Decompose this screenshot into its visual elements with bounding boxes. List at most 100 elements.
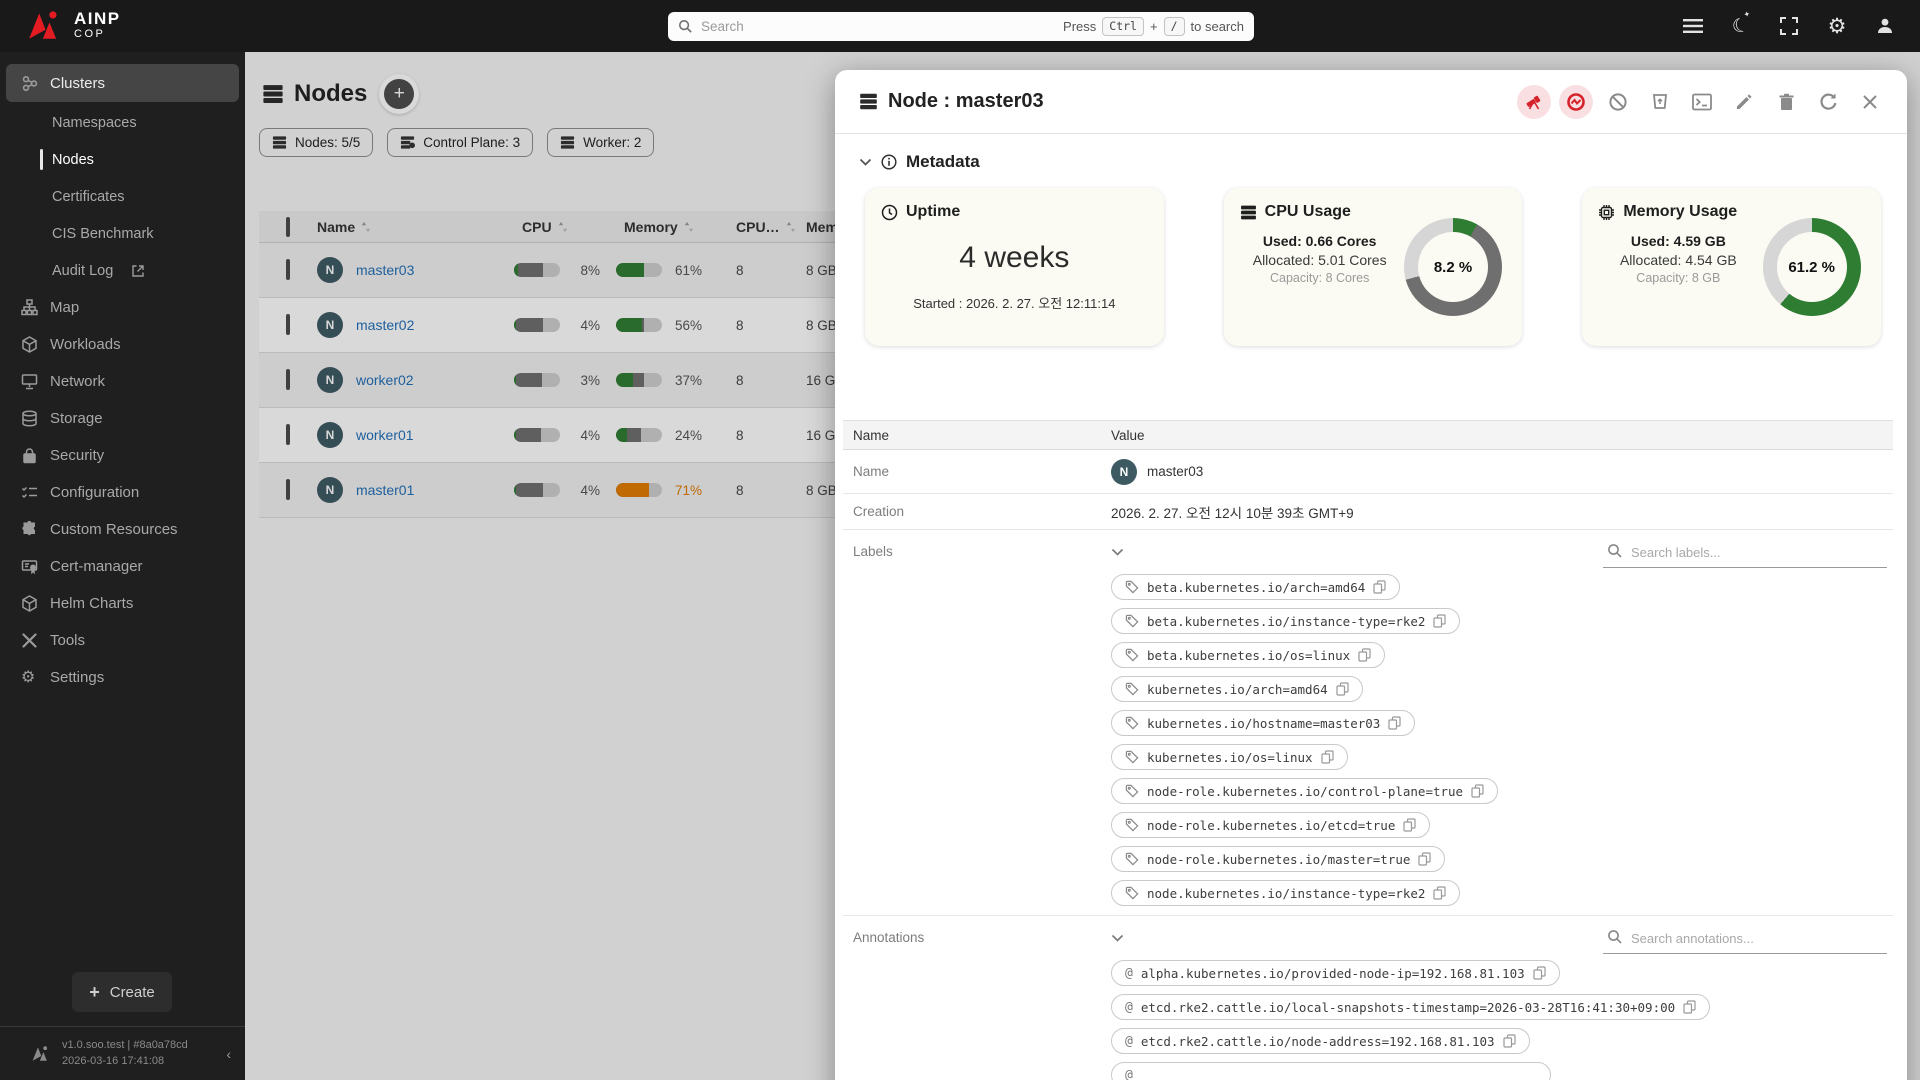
sidebar-item-custom-resources[interactable]: Custom Resources xyxy=(0,511,245,548)
tag-icon xyxy=(1125,750,1139,764)
metadata-title: Metadata xyxy=(906,152,980,171)
sidebar-item-audit-log[interactable]: Audit Log xyxy=(0,252,245,289)
terminal-icon[interactable] xyxy=(1685,85,1719,119)
copy-icon[interactable] xyxy=(1533,966,1546,980)
settings-icon[interactable]: ⚙ xyxy=(1824,13,1850,39)
metadata-section-header[interactable]: Metadata xyxy=(835,134,1907,172)
sidebar-item-label: Storage xyxy=(50,410,103,427)
creation-value: 2026. 2. 27. 오전 12시 10분 39초 GMT+9 xyxy=(1111,505,1354,521)
info-icon xyxy=(881,154,897,170)
map-icon xyxy=(21,299,38,316)
copy-icon[interactable] xyxy=(1358,648,1371,662)
sidebar-item-label: Audit Log xyxy=(52,262,114,279)
dark-mode-icon[interactable]: ☾ ✦ xyxy=(1728,9,1754,39)
header-value: Value xyxy=(1111,427,1145,443)
copy-icon[interactable] xyxy=(1433,886,1447,900)
copy-icon[interactable] xyxy=(1683,1000,1696,1014)
clusters-icon xyxy=(21,75,38,92)
copy-icon[interactable] xyxy=(1471,784,1484,798)
copy-icon[interactable] xyxy=(1418,852,1432,866)
tag-icon xyxy=(1125,580,1139,594)
sidebar-item-helm-charts[interactable]: Helm Charts xyxy=(0,585,245,622)
sidebar-item-settings[interactable]: ⚙ Settings xyxy=(0,659,245,696)
delete-icon[interactable] xyxy=(1769,85,1803,119)
tools-icon xyxy=(21,632,38,649)
drain-icon[interactable] xyxy=(1643,85,1677,119)
sidebar-item-storage[interactable]: Storage xyxy=(0,400,245,437)
label-chip: node.kubernetes.io/instance-type=rke2 xyxy=(1111,880,1461,906)
sidebar-item-cert-manager[interactable]: Cert-manager xyxy=(0,548,245,585)
sidebar-item-nodes[interactable]: Nodes xyxy=(0,141,245,178)
annotation-chip: @ etcd.rke2.cattle.io/node-address=192.16… xyxy=(1111,1028,1530,1054)
cpu-usage-card: CPU Usage Used: 0.66 Cores Allocated: 5.… xyxy=(1223,188,1523,346)
copy-icon[interactable] xyxy=(1433,614,1447,628)
sidebar-collapse-icon[interactable]: ‹ xyxy=(226,1046,231,1062)
labels-search-input[interactable] xyxy=(1603,542,1887,568)
sidebar-item-workloads[interactable]: Workloads xyxy=(0,326,245,363)
label-chip: node-role.kubernetes.io/master=true xyxy=(1111,846,1446,872)
sidebar-item-cis-benchmark[interactable]: CIS Benchmark xyxy=(0,215,245,252)
search-icon xyxy=(1607,929,1623,945)
topbar: AINP COP Press Ctrl + / to search ☾✦ ⚙ xyxy=(0,0,1920,52)
at-icon: @ xyxy=(1125,1033,1133,1049)
menu-icon[interactable] xyxy=(1680,13,1706,39)
sidebar-item-label: Settings xyxy=(50,669,105,686)
lock-icon xyxy=(21,447,38,464)
sidebar-item-label: CIS Benchmark xyxy=(52,225,154,242)
sidebar-item-certificates[interactable]: Certificates xyxy=(0,178,245,215)
tag-icon xyxy=(1125,648,1139,662)
cpu-capacity: Capacity: 8 Cores xyxy=(1269,271,1370,285)
puzzle-icon xyxy=(21,521,38,538)
cpu-donut-label: 8.2 % xyxy=(1433,258,1473,276)
sidebar-item-network[interactable]: Network xyxy=(0,363,245,400)
fullscreen-icon[interactable] xyxy=(1776,13,1802,39)
copy-icon[interactable] xyxy=(1403,818,1416,832)
uptime-title: Uptime xyxy=(906,203,961,220)
create-button[interactable]: + Create xyxy=(72,972,172,1012)
sidebar-item-label: Map xyxy=(50,299,80,316)
version-info: v1.0.soo.test | #8a0a78cd xyxy=(62,1038,188,1051)
edit-icon[interactable] xyxy=(1727,85,1761,119)
copy-icon[interactable] xyxy=(1373,580,1386,594)
metrics-icon[interactable] xyxy=(1559,84,1593,119)
copy-icon[interactable] xyxy=(1320,750,1334,764)
close-icon[interactable] xyxy=(1853,85,1887,119)
metadata-table: Name Value Name N master03 Creation 2026… xyxy=(843,420,1893,1080)
annotation-chip: @ etcd.rke2.cattle.io/local-snapshots-tim… xyxy=(1111,994,1711,1020)
external-link-icon xyxy=(132,264,144,277)
annotations-list: @ alpha.kubernetes.io/provided-node-ip=19… xyxy=(1111,960,1893,1080)
account-icon[interactable] xyxy=(1872,13,1898,39)
cpu-donut-chart: 8.2 % xyxy=(1404,218,1502,316)
app-logo[interactable]: AINP COP xyxy=(24,7,121,43)
sidebar-item-namespaces[interactable]: Namespaces xyxy=(0,104,245,141)
cordon-icon[interactable] xyxy=(1601,85,1635,119)
search-input[interactable] xyxy=(701,19,1064,34)
cpu-usage-title: CPU Usage xyxy=(1264,203,1351,220)
copy-icon[interactable] xyxy=(1502,1034,1516,1048)
search-icon xyxy=(678,19,693,34)
annotations-search[interactable] xyxy=(1603,928,1887,954)
uptime-card: Uptime 4 weeks Started : 2026. 2. 27. 오전… xyxy=(865,188,1164,346)
copy-icon[interactable] xyxy=(1388,716,1401,730)
global-search[interactable]: Press Ctrl + / to search xyxy=(668,12,1254,41)
sidebar-item-map[interactable]: Map xyxy=(0,289,245,326)
memory-donut-label: 61.2 % xyxy=(1788,258,1836,276)
sidebar-item-security[interactable]: Security xyxy=(0,437,245,474)
copy-icon[interactable] xyxy=(1336,682,1349,696)
chevron-down-icon[interactable] xyxy=(859,158,872,167)
creation-row: Creation 2026. 2. 27. 오전 12시 10분 39초 GMT… xyxy=(843,494,1893,530)
refresh-icon[interactable] xyxy=(1811,85,1845,119)
sidebar-item-label: Configuration xyxy=(50,484,140,501)
uptime-value: 4 weeks xyxy=(959,241,1070,274)
labels-search[interactable] xyxy=(1603,542,1887,568)
cert-manager-icon xyxy=(21,558,38,575)
sidebar-footer: v1.0.soo.test | #8a0a78cd 2026-03-16 17:… xyxy=(0,1026,245,1080)
annotations-search-input[interactable] xyxy=(1603,928,1887,954)
label-chip: beta.kubernetes.io/os=linux xyxy=(1111,642,1386,668)
sidebar-item-clusters[interactable]: Clusters xyxy=(6,64,239,102)
sidebar-item-label: Helm Charts xyxy=(50,595,134,612)
telescope-icon[interactable] xyxy=(1517,84,1551,119)
tag-icon xyxy=(1125,818,1139,832)
sidebar-item-tools[interactable]: Tools xyxy=(0,622,245,659)
sidebar-item-configuration[interactable]: Configuration xyxy=(0,474,245,511)
